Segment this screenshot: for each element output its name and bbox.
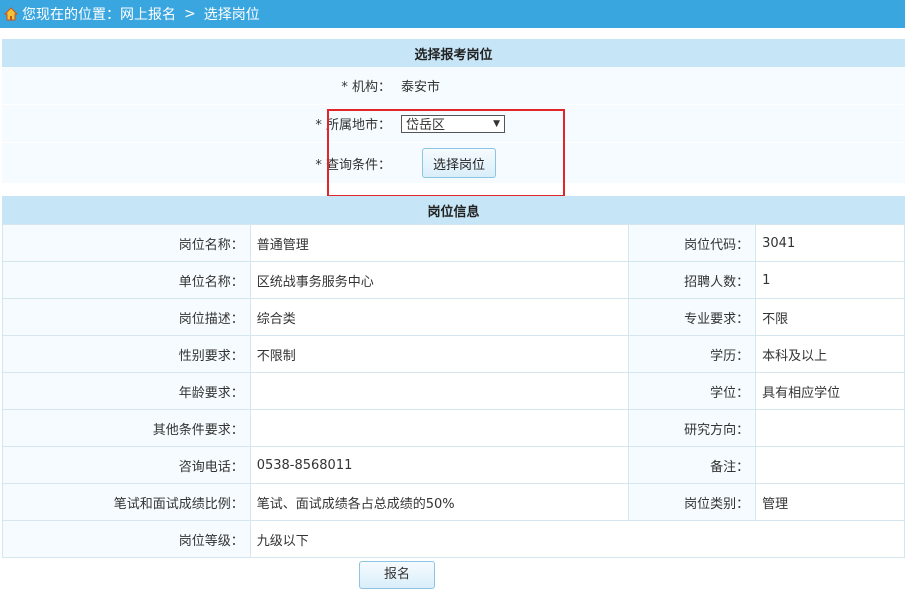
field-label: 招聘人数： [628,261,757,299]
table-row: 单位名称： 区统战事务服务中心 招聘人数： 1 [2,261,905,299]
table-row: 性别要求： 不限制 学历： 本科及以上 [2,335,905,373]
org-label: * 机构： [341,80,391,95]
highlight-box [327,109,565,197]
field-label: 备注： [628,446,757,484]
field-label: 岗位名称： [2,224,251,262]
field-label: 其他条件要求： [2,409,251,447]
table-row: 岗位描述： 综合类 专业要求： 不限 [2,298,905,336]
table-row: 其他条件要求： 研究方向： [2,409,905,447]
info-table: 岗位名称： 普通管理 岗位代码： 3041 单位名称： 区统战事务服务中心 招聘人数： 1 … [2,224,905,558]
field-label: 年龄要求： [2,372,251,410]
breadcrumb-prefix: 您现在的位置： [22,7,120,23]
field-label: 岗位等级： [2,520,251,558]
field-value: 普通管理 [249,224,630,262]
home-icon [4,7,18,21]
field-label: 专业要求： [628,298,757,336]
org-value: 泰安市 [401,80,441,95]
field-value: 区统战事务服务中心 [249,261,630,299]
info-section: 岗位信息 岗位名称： 普通管理 岗位代码： 3041 单位名称： 区统战事务服务中心 招聘… [2,196,905,558]
field-label: 岗位描述： [2,298,251,336]
breadcrumb-separator: > [184,6,196,22]
table-row: 笔试和面试成绩比例： 笔试、面试成绩各占总成绩的50% 岗位类别： 管理 [2,483,905,521]
field-label: 咨询电话： [2,446,251,484]
field-value: 管理 [755,483,905,521]
selection-title: 选择报考岗位 [2,39,905,67]
field-label: 笔试和面试成绩比例： [2,483,251,521]
info-title: 岗位信息 [2,196,905,224]
top-breadcrumb-bar: 您现在的位置： 网上报名 > 选择岗位 [0,0,905,28]
table-row: 岗位名称： 普通管理 岗位代码： 3041 [2,224,905,262]
field-value: 1 [755,261,905,299]
field-label: 岗位类别： [628,483,757,521]
field-value [249,372,630,410]
field-label: 岗位代码： [628,224,757,262]
field-value: 具有相应学位 [755,372,905,410]
field-label: 性别要求： [2,335,251,373]
field-label: 单位名称： [2,261,251,299]
field-value: 九级以下 [249,520,905,558]
field-value [755,446,905,484]
field-label: 学位： [628,372,757,410]
field-value: 本科及以上 [755,335,905,373]
field-value: 0538-8568011 [249,446,630,484]
table-row: 咨询电话： 0538-8568011 备注： [2,446,905,484]
breadcrumb-level1[interactable]: 网上报名 [120,4,176,24]
field-value: 3041 [755,224,905,262]
field-value [755,409,905,447]
org-row: * 机构： 泰安市 [2,67,905,105]
field-value: 不限 [755,298,905,336]
field-value: 不限制 [249,335,630,373]
field-label: 学历： [628,335,757,373]
submit-button[interactable]: 报名 [359,561,435,589]
field-label: 研究方向： [628,409,757,447]
table-row: 岗位等级： 九级以下 [2,520,905,558]
table-row: 年龄要求： 学位： 具有相应学位 [2,372,905,410]
field-value: 综合类 [249,298,630,336]
breadcrumb-level2: 选择岗位 [203,7,260,23]
field-value [249,409,630,447]
field-value: 笔试、面试成绩各占总成绩的50% [249,483,630,521]
